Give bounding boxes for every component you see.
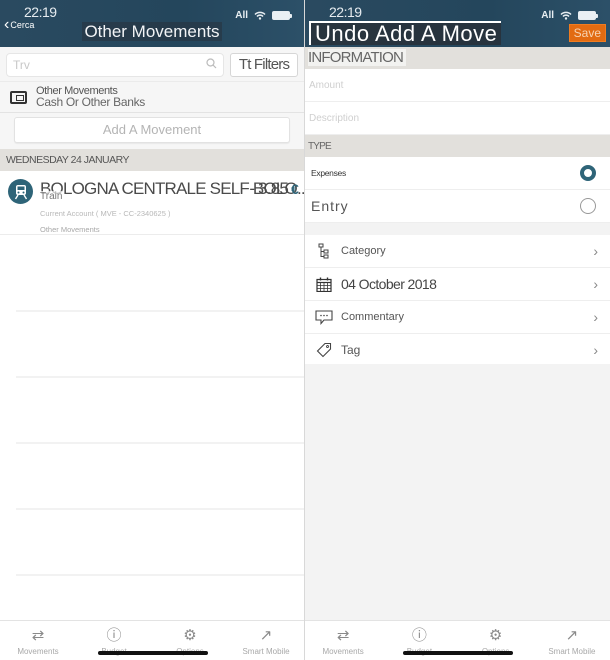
tab-label: Smart Mobile <box>548 647 596 656</box>
search-row: Tt Filters <box>0 47 304 81</box>
home-indicator <box>98 651 208 655</box>
radio-label: Entry <box>311 198 349 214</box>
status-indicators: All <box>541 10 598 21</box>
category-label: Category <box>341 245 386 257</box>
add-movement-container: Add A Movement <box>0 113 304 149</box>
carrier-label: All <box>235 10 248 21</box>
account-subtitle: Cash Or Other Banks <box>36 95 146 109</box>
battery-icon <box>272 11 292 20</box>
commentary-label: Commentary <box>341 311 404 323</box>
chevron-right-icon: › <box>593 276 598 292</box>
tab-smart-mobile[interactable]: ↗ Smart Mobile <box>534 621 610 660</box>
tag-row[interactable]: Tag › <box>305 334 610 367</box>
tag-icon <box>313 342 335 358</box>
movements-list-screen: 22:19 All ‹ Cerca Other Movements Trv Tt… <box>0 0 305 660</box>
category-tree-icon <box>313 243 335 259</box>
radio-unselected-icon[interactable] <box>580 198 596 214</box>
divider <box>16 508 304 510</box>
description-field-row <box>305 102 610 135</box>
wallet-icon <box>10 90 27 104</box>
tab-label: Movements <box>322 647 364 656</box>
wifi-icon <box>560 11 572 20</box>
page-title-text: Other Movements <box>82 22 222 41</box>
amount-field-row <box>305 69 610 102</box>
train-icon <box>8 179 33 204</box>
search-field[interactable] <box>6 53 224 77</box>
page-title: Other Movements <box>0 22 304 42</box>
tab-movements[interactable]: ⇄ Movements <box>305 621 381 660</box>
description-input[interactable] <box>309 112 606 124</box>
status-time: 22:19 <box>329 4 362 20</box>
gear-icon: ⚙ <box>488 627 503 644</box>
information-section-header: INFORMATION <box>305 47 610 69</box>
wifi-icon <box>254 11 266 20</box>
tab-bar: ⇄ Movements ⓘ Budget ⚙ Options ↗ Smart M… <box>305 620 610 660</box>
chevron-right-icon: › <box>593 342 598 358</box>
information-label: INFORMATION <box>308 49 407 66</box>
tab-label: Smart Mobile <box>242 647 290 656</box>
divider <box>16 574 304 576</box>
gear-icon: ⚙ <box>183 627 197 644</box>
external-link-icon: ↗ <box>565 627 579 644</box>
calendar-icon <box>313 277 335 292</box>
tab-smart-mobile[interactable]: ↗ Smart Mobile <box>228 621 304 660</box>
account-selector[interactable]: Other Movements Cash Or Other Banks <box>0 81 304 113</box>
battery-icon <box>578 11 598 20</box>
tag-label: Tag <box>341 343 361 357</box>
movement-category: Train <box>40 191 63 202</box>
save-button[interactable]: Save <box>568 24 606 42</box>
undo-add-move-button[interactable]: Undo Add A Move <box>309 21 502 45</box>
status-indicators: All <box>235 10 292 21</box>
section-gap <box>305 223 610 235</box>
movement-account: Current Account ( MVE - CC-2340625 ) <box>40 209 171 218</box>
add-movement-button[interactable]: Add A Movement <box>14 117 290 143</box>
amount-input[interactable] <box>309 79 606 91</box>
add-movement-screen: 22:19 All Undo Add A Move Save INFORMATI… <box>305 0 610 660</box>
nav-header: 22:19 All Undo Add A Move Save <box>305 0 610 47</box>
movement-amount: - 3.85 € <box>249 179 298 199</box>
date-label: 04 October 2018 <box>341 276 437 292</box>
external-link-icon: ↗ <box>259 627 273 644</box>
commentary-row[interactable]: Commentary › <box>305 301 610 334</box>
empty-background <box>305 364 610 620</box>
divider <box>16 310 304 312</box>
nav-header: 22:19 All ‹ Cerca Other Movements <box>0 0 304 47</box>
type-section-header: TYPE <box>305 135 610 157</box>
type-option-entry[interactable]: Entry <box>305 190 610 223</box>
type-option-expenses[interactable]: Expenses <box>305 157 610 190</box>
info-icon: ⓘ <box>411 627 427 644</box>
tab-movements[interactable]: ⇄ Movements <box>0 621 76 660</box>
transfer-arrows-icon: ⇄ <box>31 627 45 644</box>
home-indicator <box>403 651 513 655</box>
divider <box>16 376 304 378</box>
carrier-label: All <box>541 10 554 21</box>
chevron-right-icon: › <box>593 309 598 325</box>
chevron-right-icon: › <box>593 243 598 259</box>
divider <box>16 442 304 444</box>
info-icon: ⓘ <box>106 627 122 644</box>
radio-label: Expenses <box>311 168 346 178</box>
comment-icon <box>313 309 335 325</box>
amount-value: - 3.85 <box>249 179 288 198</box>
account-info: Other Movements Cash Or Other Banks <box>36 86 146 109</box>
tab-label: Movements <box>17 647 59 656</box>
category-row[interactable]: Category › <box>305 235 610 268</box>
status-time: 22:19 <box>24 4 57 20</box>
search-icon <box>206 58 217 72</box>
search-input[interactable] <box>13 58 206 72</box>
radio-selected-icon[interactable] <box>580 165 596 181</box>
date-section-header: WEDNESDAY 24 JANUARY <box>0 149 304 171</box>
tab-bar: ⇄ Movements ⓘ Budget ⚙ Options ↗ Smart M… <box>0 620 304 660</box>
filters-button[interactable]: Tt Filters <box>230 53 298 77</box>
movement-list-item[interactable]: BOLOGNA CENTRALE SELF BOLO... Train - 3.… <box>0 171 304 235</box>
date-row[interactable]: 04 October 2018 › <box>305 268 610 301</box>
empty-list-area <box>0 245 304 620</box>
transfer-arrows-icon: ⇄ <box>336 627 350 644</box>
currency-symbol: € <box>291 181 299 197</box>
movement-group: Other Movements <box>40 225 100 234</box>
